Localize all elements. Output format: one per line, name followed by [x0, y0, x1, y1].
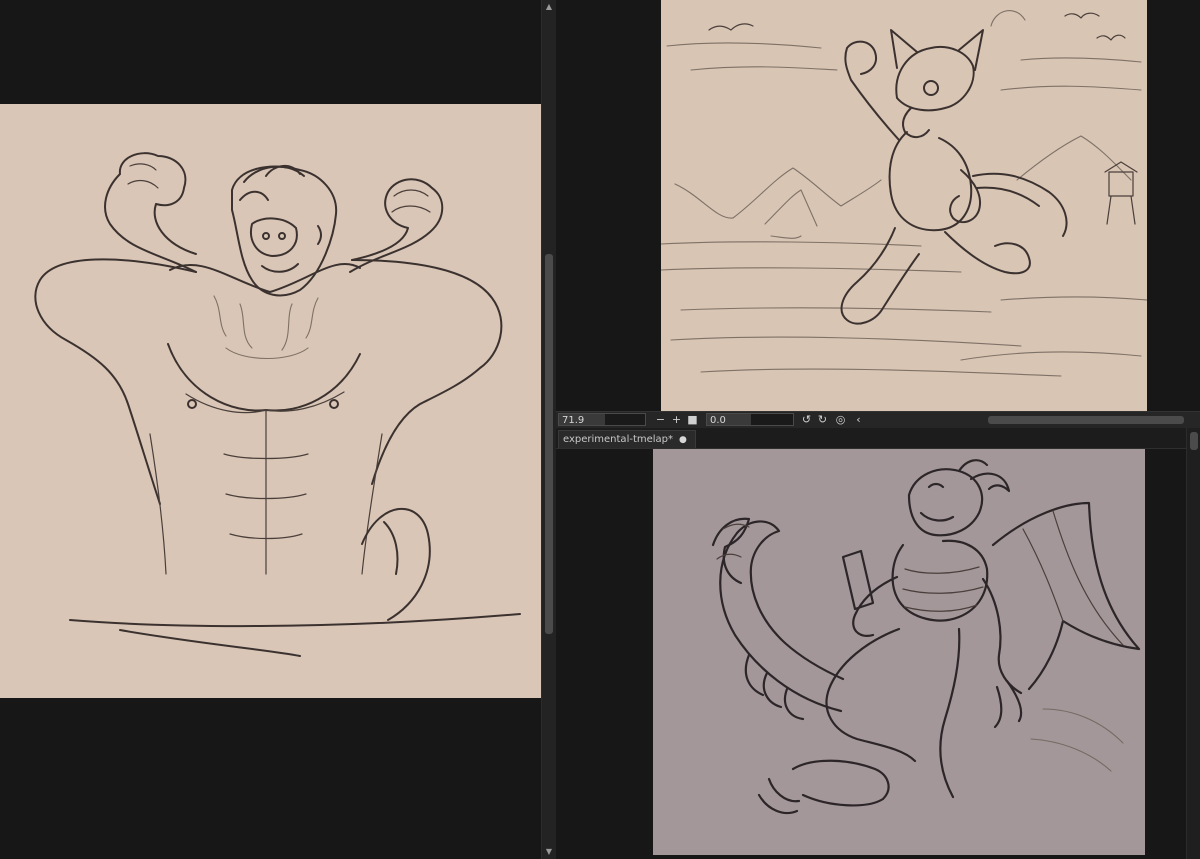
left-pane-scrollbar[interactable]: ▲ ▼	[541, 0, 557, 859]
bottom-right-view-pane	[556, 449, 1200, 859]
bottom-right-canvas[interactable]	[653, 449, 1145, 855]
muscle-flex-sketch	[34, 152, 521, 657]
right-scrollbar-thumb[interactable]	[1190, 432, 1198, 450]
rotate-right-icon[interactable]: ↻	[816, 413, 829, 426]
scroll-up-icon[interactable]: ▲	[542, 0, 556, 14]
left-view-pane	[0, 0, 541, 859]
scroll-down-icon[interactable]: ▼	[542, 845, 556, 859]
horizontal-scrollbar-thumb[interactable]	[988, 416, 1184, 424]
square-icon[interactable]: ■	[686, 413, 699, 426]
modified-dot-icon[interactable]: ●	[679, 432, 687, 449]
rotation-value: 0.0	[710, 415, 726, 426]
zoom-field[interactable]: 71.9	[558, 413, 646, 426]
document-tab[interactable]: experimental-tmelap* ●	[558, 430, 696, 448]
scrollbar-thumb[interactable]	[545, 254, 553, 634]
minus-icon[interactable]: −	[654, 413, 667, 426]
reset-rotation-icon[interactable]: ◎	[834, 413, 847, 426]
rotation-field[interactable]: 0.0	[706, 413, 794, 426]
document-tab-strip: experimental-tmelap* ●	[556, 428, 1200, 449]
beach-run-sketch	[661, 10, 1147, 377]
left-canvas[interactable]	[0, 104, 541, 698]
zoom-value: 71.9	[562, 415, 585, 426]
chevron-left-icon[interactable]: ‹	[852, 413, 865, 426]
top-right-canvas[interactable]	[661, 0, 1147, 411]
right-pane-scrollbar[interactable]	[1186, 428, 1200, 859]
plus-icon[interactable]: +	[670, 413, 683, 426]
dragon-phone-sketch	[711, 459, 1141, 815]
top-right-view-pane	[556, 0, 1200, 411]
rotate-left-icon[interactable]: ↺	[800, 413, 813, 426]
view-control-bar: 71.9 − + ■ 0.0 ↺ ↻ ◎ ‹	[556, 411, 1200, 429]
document-tab-title: experimental-tmelap*	[563, 434, 674, 445]
